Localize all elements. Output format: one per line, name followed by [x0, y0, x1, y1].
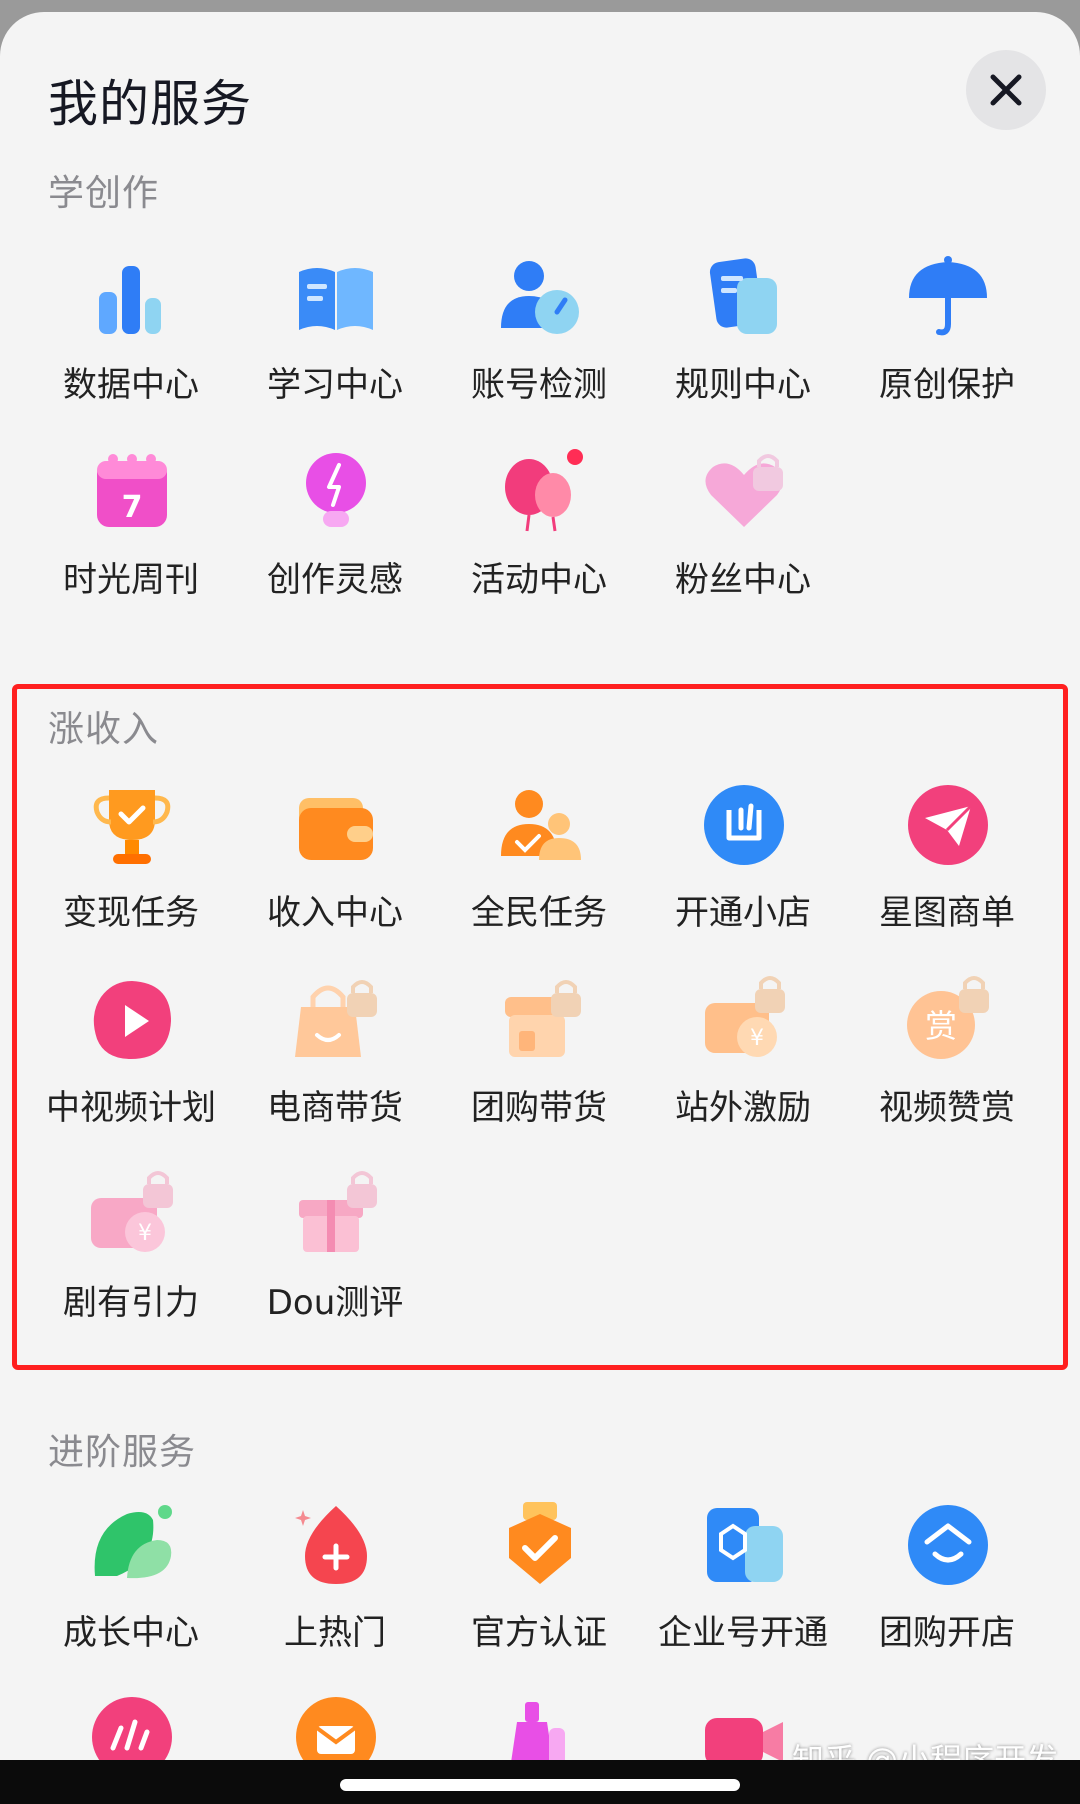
service-growth-center[interactable]: 成长中心 [31, 1500, 231, 1690]
open-book-icon [299, 268, 373, 330]
home-indicator[interactable] [340, 1779, 740, 1791]
service-official-certification[interactable]: 官方认证 [439, 1500, 639, 1690]
badge-check-icon [509, 1502, 571, 1584]
section-title-advanced: 进阶服务 [48, 1432, 197, 1473]
enterprise-icon [707, 1508, 783, 1582]
service-fans-center[interactable]: 粉丝中心 [643, 447, 843, 637]
calendar-icon: 7 [97, 454, 167, 527]
heart-lock-icon [705, 454, 783, 527]
service-activity-center[interactable]: 活动中心 [439, 447, 639, 637]
svg-text:7: 7 [122, 490, 143, 525]
user-gauge-icon [501, 261, 579, 334]
close-button[interactable] [966, 50, 1046, 130]
service-creation-inspiration[interactable]: 创作灵感 [235, 447, 435, 637]
service-group-buy-open-store[interactable]: 团购开店 [847, 1500, 1047, 1690]
close-icon [990, 74, 1022, 106]
lightbulb-icon [306, 453, 366, 527]
section-title-create: 学创作 [48, 173, 160, 214]
service-learning-center[interactable]: 学习中心 [235, 252, 435, 442]
document-icon [709, 258, 777, 334]
services-sheet: 我的服务 学创作 数据中心 学习中心 账号检测 规则中心 原创保护 7 时光周刊… [0, 12, 1080, 1804]
umbrella-icon [909, 256, 987, 336]
service-account-check[interactable]: 账号检测 [439, 252, 639, 442]
service-rule-center[interactable]: 规则中心 [643, 252, 843, 442]
balloons-icon [505, 449, 583, 532]
page-title: 我的服务 [48, 75, 252, 133]
flame-plus-icon [295, 1506, 367, 1584]
shop-smile-icon [908, 1505, 988, 1585]
service-time-weekly[interactable]: 7 时光周刊 [31, 447, 231, 637]
service-original-protection[interactable]: 原创保护 [847, 252, 1047, 442]
highlight-box [12, 684, 1068, 1370]
bar-chart-icon [99, 266, 161, 334]
service-enterprise-account[interactable]: 企业号开通 [643, 1500, 843, 1690]
leaf-icon [94, 1505, 172, 1579]
service-go-trending[interactable]: 上热门 [235, 1500, 435, 1690]
service-data-center[interactable]: 数据中心 [31, 252, 231, 442]
